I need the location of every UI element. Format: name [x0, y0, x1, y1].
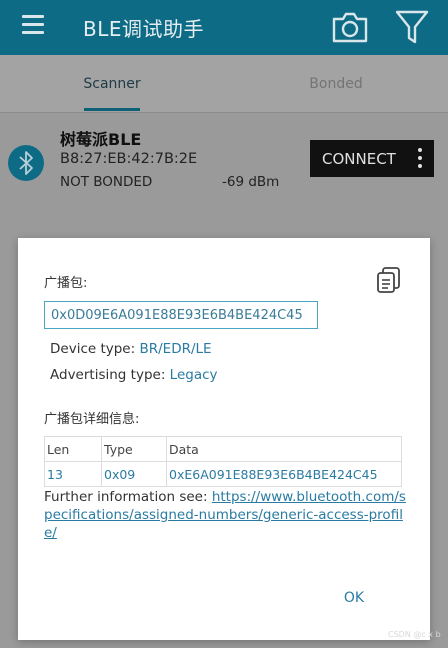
device-type-label: Device type: — [50, 341, 140, 357]
connect-button-label: CONNECT — [322, 150, 396, 168]
bluetooth-icon — [8, 145, 44, 181]
device-rssi: -69 dBm — [222, 174, 280, 190]
advertising-data-dialog: 广播包: Device type: BR/EDR/LE Advertising … — [18, 238, 430, 640]
adv-packet-label: 广播包: — [44, 276, 88, 291]
device-type-value: BR/EDR/LE — [139, 341, 212, 357]
table-row: 13 0x09 0xE6A091E88E93E6B4BE424C45 — [44, 461, 402, 487]
column-header-len: Len — [44, 436, 102, 462]
adv-type-label: Advertising type: — [50, 367, 170, 383]
camera-icon[interactable] — [331, 10, 369, 44]
app-bar: BLE调试助手 — [0, 0, 448, 55]
device-name: 树莓派BLE — [60, 130, 142, 149]
further-info: Further information see: https://www.blu… — [44, 488, 406, 542]
tab-indicator — [84, 108, 140, 111]
filter-icon[interactable] — [394, 8, 430, 46]
column-header-type: Type — [101, 436, 167, 462]
device-list-item[interactable]: 树莓派BLE B8:27:EB:42:7B:2E NOT BONDED -69 … — [0, 112, 448, 192]
device-mac-address: B8:27:EB:42:7B:2E — [60, 151, 198, 167]
further-info-text: Further information see: — [44, 489, 212, 505]
tab-bonded[interactable]: Bonded — [224, 55, 448, 112]
table-cell-len: 13 — [44, 461, 102, 487]
adv-packet-field[interactable] — [44, 301, 318, 329]
ok-button[interactable]: OK — [334, 586, 374, 610]
tab-scanner[interactable]: Scanner — [0, 55, 224, 112]
device-type-line: Device type: BR/EDR/LE — [50, 341, 212, 357]
adv-type-line: Advertising type: Legacy — [50, 367, 218, 383]
copy-icon[interactable] — [375, 265, 403, 295]
column-header-data: Data — [166, 436, 402, 462]
app-title: BLE调试助手 — [83, 17, 204, 41]
device-bond-state: NOT BONDED — [60, 174, 153, 190]
watermark: CSDN @c x b — [388, 630, 441, 639]
adv-details-table: Len Type Data 13 0x09 0xE6A091E88E93E6B4… — [44, 436, 402, 487]
table-header-row: Len Type Data — [44, 436, 402, 462]
more-vert-icon[interactable] — [412, 145, 428, 173]
adv-details-label: 广播包详细信息: — [44, 412, 140, 427]
adv-type-value: Legacy — [169, 367, 218, 383]
tab-bar: Scanner Bonded — [0, 55, 448, 113]
table-cell-type: 0x09 — [101, 461, 167, 487]
connect-button[interactable]: CONNECT — [310, 140, 434, 177]
menu-icon[interactable] — [22, 15, 44, 37]
table-cell-data: 0xE6A091E88E93E6B4BE424C45 — [166, 461, 402, 487]
